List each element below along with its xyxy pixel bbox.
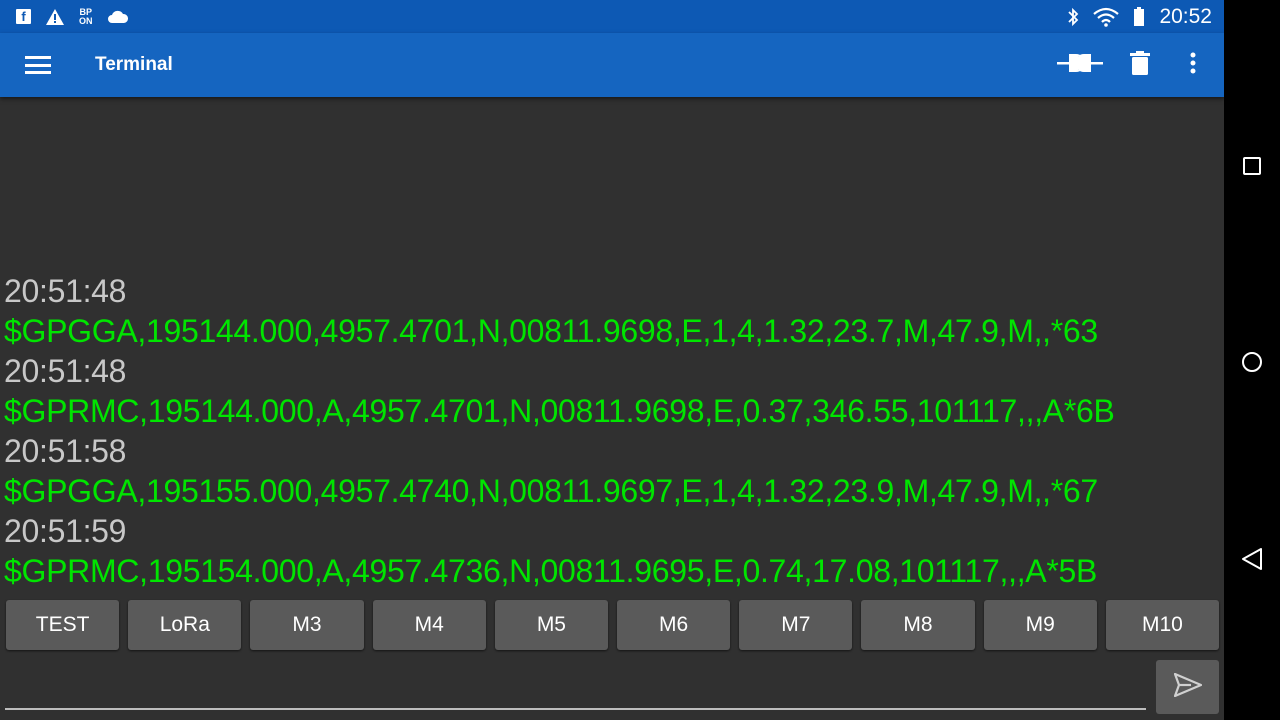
- macro-button-m4[interactable]: M4: [372, 600, 486, 650]
- facebook-icon: f: [16, 9, 31, 24]
- log-line: 20:51:48 $GPRMC,195144.000,A,4957.4701,N…: [4, 351, 1115, 431]
- macro-button-m6[interactable]: M6: [617, 600, 731, 650]
- connect-icon: [1057, 51, 1103, 80]
- status-bar-right: 20:52: [1067, 5, 1212, 29]
- back-icon: [1241, 547, 1263, 576]
- macro-button-m10[interactable]: M10: [1105, 600, 1220, 650]
- macro-button-m9[interactable]: M9: [983, 600, 1097, 650]
- connect-button[interactable]: [1050, 33, 1110, 97]
- macro-button-test[interactable]: TEST: [6, 600, 120, 650]
- log-text: $GPGGA,195155.000,4957.4740,N,00811.9697…: [4, 473, 1098, 509]
- log-timestamp: 20:51:58: [4, 433, 127, 469]
- delete-icon: [1130, 50, 1150, 80]
- log-timestamp: 20:51:59: [4, 513, 127, 549]
- send-text-input[interactable]: [5, 664, 1146, 710]
- macro-button-m7[interactable]: M7: [739, 600, 853, 650]
- status-clock: 20:52: [1159, 4, 1212, 28]
- system-nav-bar: [1224, 0, 1280, 720]
- log-timestamp: 20:51:48: [4, 353, 127, 389]
- app-bar: Terminal: [0, 33, 1224, 97]
- back-button[interactable]: [1232, 542, 1272, 582]
- bp-on-bottom: ON: [79, 15, 93, 26]
- terminal-log: 20:51:48 $GPGGA,195144.000,4957.4701,N,0…: [4, 271, 1115, 591]
- wifi-icon: [1093, 7, 1120, 27]
- log-text: $GPGGA,195144.000,4957.4701,N,00811.9698…: [4, 313, 1098, 349]
- log-line: 20:51:59 $GPRMC,195154.000,A,4957.4736,N…: [4, 511, 1114, 591]
- warning-icon: [45, 8, 65, 26]
- battery-icon: [1133, 6, 1145, 27]
- hamburger-bars: [25, 56, 51, 74]
- macro-button-bar: TEST LoRa M3 M4 M5 M6 M7 M8 M9 M10: [0, 592, 1224, 656]
- macro-button-m5[interactable]: M5: [494, 600, 609, 650]
- macro-button-lora[interactable]: LoRa: [128, 600, 242, 650]
- log-line: 20:51:48 $GPGGA,195144.000,4957.4701,N,0…: [4, 271, 1114, 351]
- recents-icon: [1243, 156, 1261, 180]
- send-icon: [1173, 672, 1202, 702]
- more-vert-icon: [1190, 52, 1196, 79]
- menu-icon[interactable]: [0, 33, 76, 97]
- clear-button[interactable]: [1110, 33, 1170, 97]
- status-bar-left: f BP ON: [16, 7, 129, 26]
- home-button[interactable]: [1232, 345, 1272, 385]
- bluetooth-icon: [1067, 7, 1079, 27]
- recents-button[interactable]: [1232, 148, 1272, 188]
- more-options-button[interactable]: [1170, 33, 1216, 97]
- log-text: $GPRMC,195154.000,A,4957.4736,N,00811.96…: [4, 553, 1098, 589]
- log-text: $GPRMC,195144.000,A,4957.4701,N,00811.96…: [4, 393, 1115, 429]
- page-title: Terminal: [95, 54, 173, 75]
- bp-on-icon: BP ON: [79, 7, 93, 26]
- macro-button-m3[interactable]: M3: [250, 600, 364, 650]
- app-bar-actions: [1050, 33, 1224, 97]
- cloud-icon: [107, 10, 129, 24]
- input-row: [0, 656, 1224, 720]
- macro-button-m8[interactable]: M8: [861, 600, 975, 650]
- log-timestamp: 20:51:48: [4, 273, 127, 309]
- send-button[interactable]: [1156, 660, 1219, 714]
- status-bar: f BP ON 20:52: [0, 0, 1224, 33]
- terminal-output[interactable]: 20:51:48 $GPGGA,195144.000,4957.4701,N,0…: [0, 97, 1224, 592]
- log-line: 20:51:58 $GPGGA,195155.000,4957.4740,N,0…: [4, 431, 1114, 511]
- home-icon: [1241, 351, 1263, 378]
